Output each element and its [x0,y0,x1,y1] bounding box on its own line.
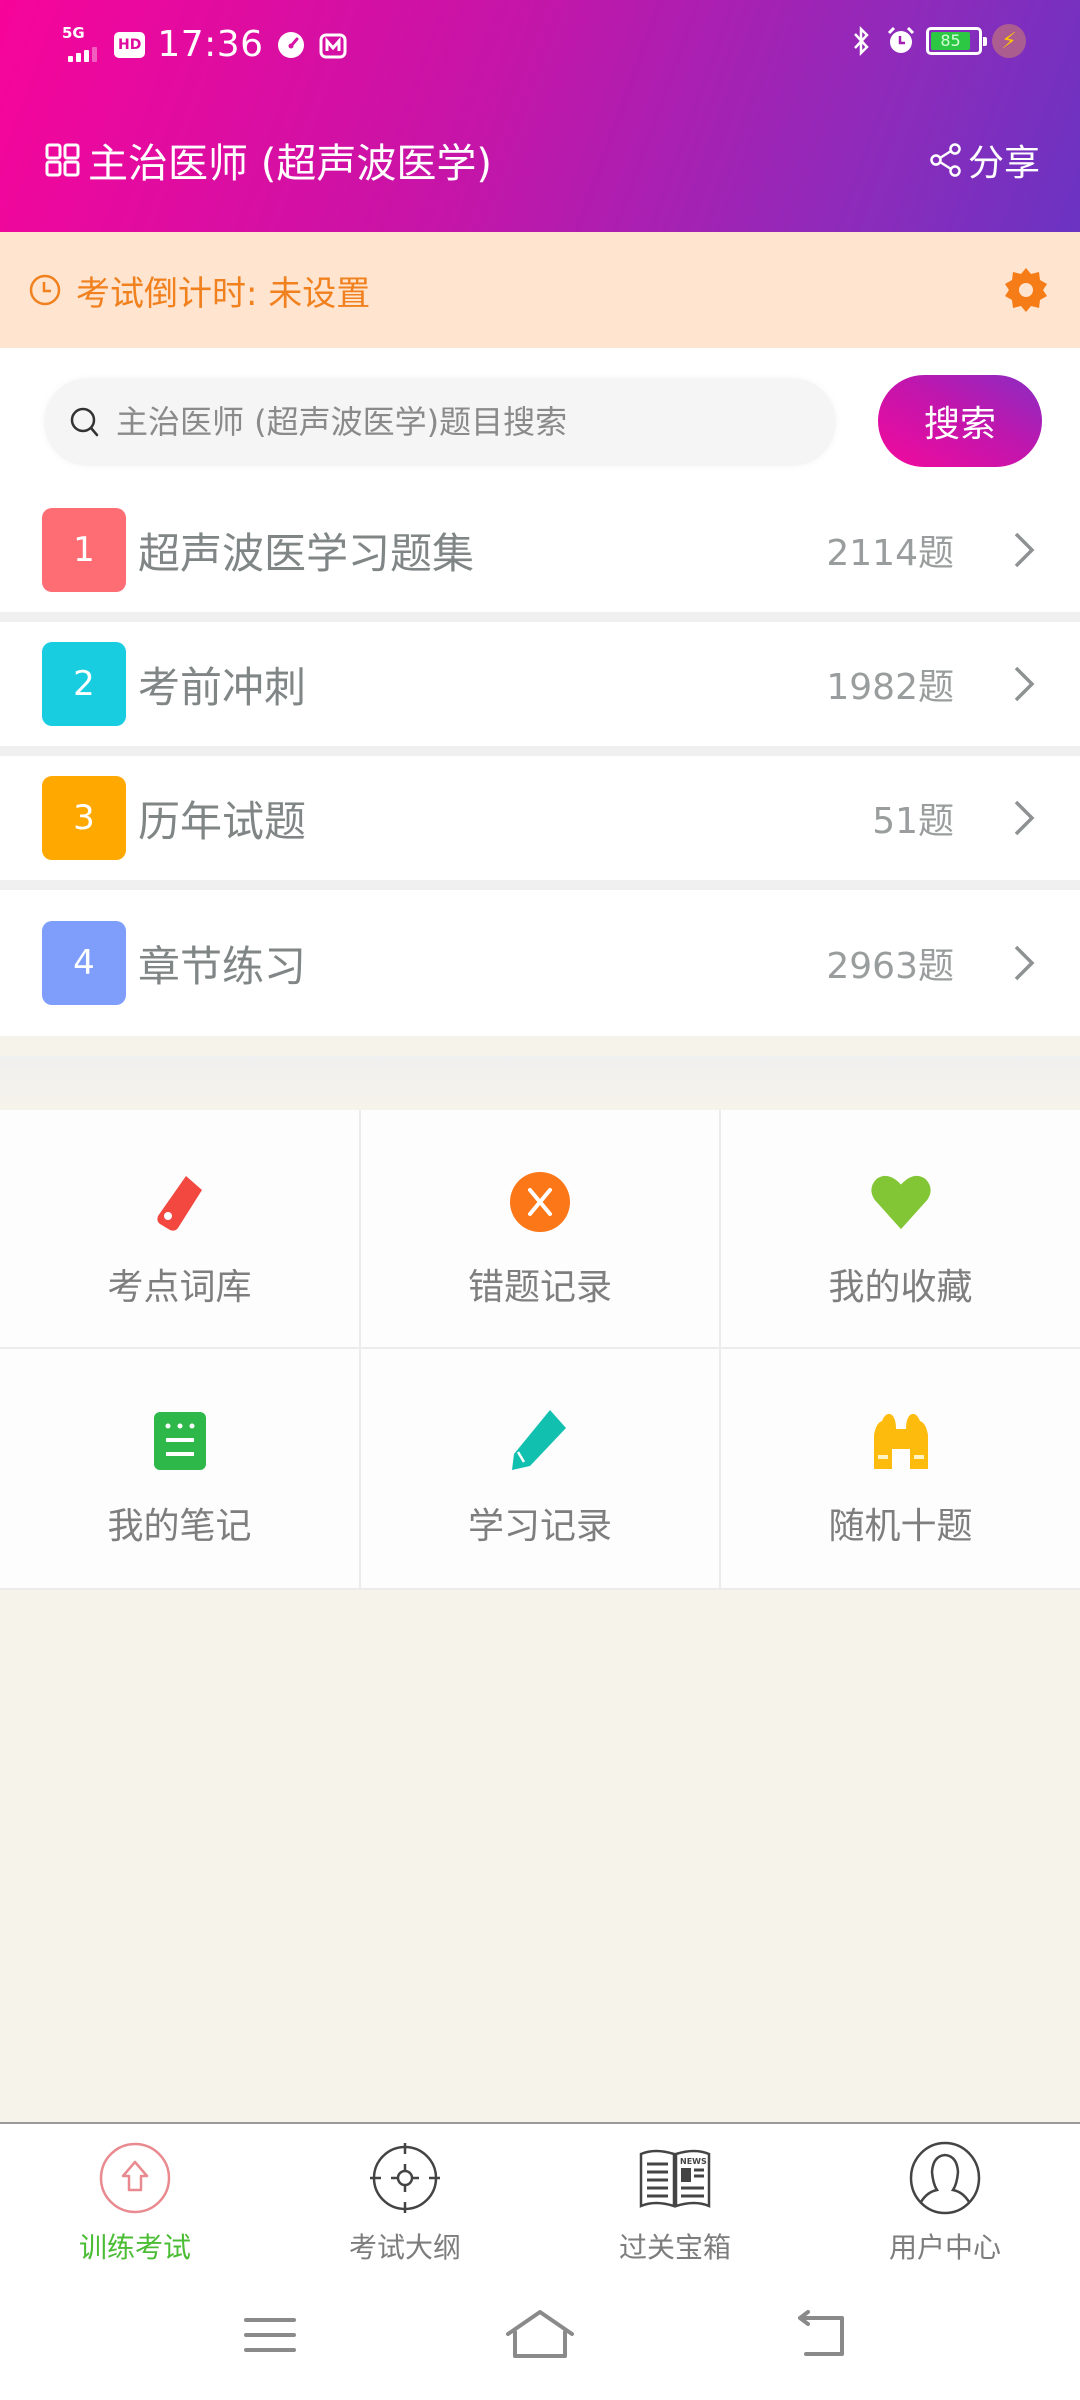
signal-icon: 5G [62,23,102,64]
tool-label: 随机十题 [828,1506,973,1547]
home-icon[interactable] [505,2310,575,2360]
mango-tv-icon [318,30,348,60]
item-count: 2114题 [826,533,954,574]
app-header: 5G HD 17:36 85 ⚡ 主治医师 (超声波医学) 分享 [0,0,1080,232]
item-label: 章节练习 [138,941,307,991]
target-icon [370,2143,440,2213]
tab-pass-toolkit[interactable]: NEWS 过关宝箱 [540,2124,810,2270]
list-item[interactable]: 1 超声波医学习题集 2114题 [0,488,1080,622]
clock-icon [29,274,61,306]
chevron-right-icon [1014,945,1035,981]
section-divider [0,1056,1080,1110]
share-label: 分享 [967,143,1040,184]
item-label: 历年试题 [138,796,307,846]
index-badge: 1 [42,508,126,592]
hd-icon: HD [114,31,146,58]
item-count: 51题 [872,801,954,842]
tab-label: 训练考试 [78,2231,191,2264]
index-badge: 4 [42,921,126,1005]
index-badge: 3 [42,776,126,860]
item-count: 1982题 [826,667,954,708]
battery-level: 85 [931,32,971,50]
menu-icon[interactable] [240,2310,300,2360]
chevron-right-icon [1014,800,1035,836]
exam-countdown-bar[interactable]: 考试倒计时: 未设置 [0,232,1080,348]
heart-icon [869,1170,933,1234]
tab-label: 考试大纲 [348,2231,461,2264]
svg-text:NEWS: NEWS [680,2157,707,2166]
status-time: 17:36 [157,24,264,65]
question-set-list: 1 超声波医学习题集 2114题 2 考前冲刺 1982题 3 历年试题 51题… [0,488,1080,1036]
network-type: 5G [62,23,85,42]
tool-label: 学习记录 [467,1506,612,1547]
list-item[interactable]: 4 章节练习 2963题 [0,890,1080,1036]
item-count: 2963题 [826,946,954,987]
chevron-right-icon [1014,532,1035,568]
system-navigation-bar [0,2270,1080,2400]
bluetooth-icon [846,26,876,56]
tag-icon [148,1170,212,1234]
tool-label: 错题记录 [467,1267,612,1308]
tool-study-history[interactable]: 学习记录 [361,1349,721,1590]
tab-training-exam[interactable]: 训练考试 [0,2124,270,2270]
error-x-icon [508,1170,572,1234]
pencil-icon [508,1409,572,1473]
countdown-label: 考试倒计时: 未设置 [76,273,371,314]
item-label: 超声波医学习题集 [138,528,475,578]
user-icon [909,2141,981,2215]
binoculars-icon [869,1409,933,1473]
list-item[interactable]: 3 历年试题 51题 [0,756,1080,890]
chevron-right-icon [1014,666,1035,702]
status-bar: 5G HD 17:36 85 ⚡ [0,18,1080,68]
tool-label: 考点词库 [107,1267,252,1308]
tool-wrong-answers[interactable]: 错题记录 [361,1110,721,1349]
page-title: 主治医师 (超声波医学) [44,131,492,189]
notebook-icon [148,1409,212,1473]
tool-my-notes[interactable]: 我的笔记 [0,1349,361,1590]
tool-random-ten[interactable]: 随机十题 [721,1349,1080,1590]
bottom-tab-bar: 训练考试 考试大纲 NEWS 过关宝箱 用户中心 [0,2122,1080,2270]
tool-label: 我的收藏 [828,1267,973,1308]
tool-label: 我的笔记 [107,1506,252,1547]
news-book-icon: NEWS [639,2149,711,2208]
search-box[interactable] [44,378,836,466]
share-button[interactable]: 分享 [928,134,1040,186]
tab-exam-syllabus[interactable]: 考试大纲 [270,2124,540,2270]
list-item[interactable]: 2 考前冲刺 1982题 [0,622,1080,756]
share-icon [930,143,961,177]
search-icon [70,407,99,437]
back-icon[interactable] [792,2310,852,2360]
item-label: 考前冲刺 [138,662,307,712]
search-button[interactable]: 搜索 [878,375,1042,467]
alarm-icon [886,26,916,56]
tab-label: 用户中心 [888,2231,1001,2264]
tab-label: 过关宝箱 [618,2231,731,2264]
home-circle-icon [99,2142,171,2214]
tool-keyword-bank[interactable]: 考点词库 [0,1110,361,1349]
tools-grid: 考点词库 错题记录 我的收藏 我的笔记 学习记录 随机十题 [0,1110,1080,1590]
search-input[interactable] [116,403,796,441]
tab-user-center[interactable]: 用户中心 [810,2124,1080,2270]
title-text: 主治医师 (超声波医学) [88,141,492,187]
grid-icon [45,143,80,177]
search-area: 搜索 [0,348,1080,488]
tool-favorites[interactable]: 我的收藏 [721,1110,1080,1349]
battery-icon: 85 [926,27,987,55]
index-badge: 2 [42,642,126,726]
speedometer-icon [276,30,306,60]
gear-icon[interactable] [1002,266,1050,314]
charging-icon: ⚡ [992,24,1026,58]
